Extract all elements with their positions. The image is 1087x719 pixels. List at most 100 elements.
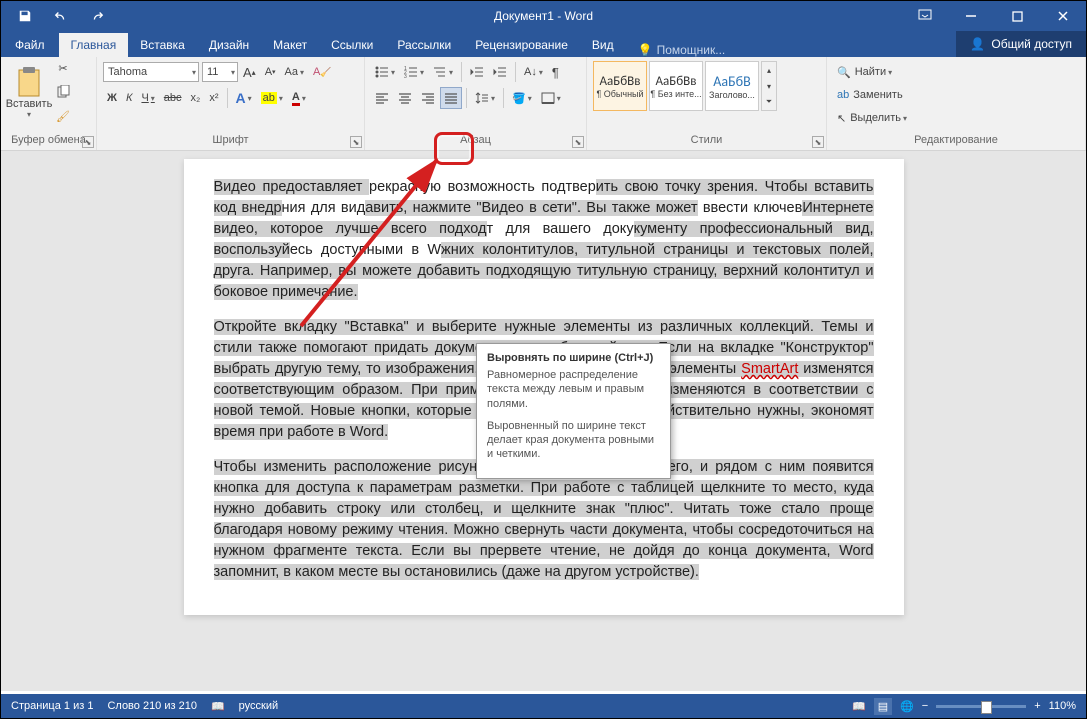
zoom-in-icon[interactable]: + <box>1034 700 1040 712</box>
styles-down-icon[interactable]: ▾ <box>762 78 776 94</box>
dialog-launcher-icon[interactable]: ⬊ <box>812 136 824 148</box>
brush-icon: 🖌 <box>56 110 70 123</box>
strikethrough-button[interactable]: abc <box>160 87 186 109</box>
tab-layout[interactable]: Макет <box>261 33 319 57</box>
share-icon: 👤 <box>970 31 985 57</box>
increase-indent-button[interactable] <box>489 61 511 83</box>
tab-review[interactable]: Рецензирование <box>463 33 580 57</box>
subscript-button[interactable]: x₂ <box>187 87 205 109</box>
redo-icon[interactable] <box>81 2 113 30</box>
view-read-icon[interactable]: 📖 <box>852 700 866 713</box>
status-language[interactable]: русский <box>239 700 278 712</box>
paste-button[interactable]: Вставить ▾ <box>7 66 51 119</box>
dialog-launcher-icon[interactable]: ⬊ <box>572 136 584 148</box>
bold-button[interactable]: Ж <box>103 87 121 109</box>
align-right-icon <box>421 92 435 104</box>
tab-insert[interactable]: Вставка <box>128 33 197 57</box>
bulb-icon: 💡 <box>638 43 653 57</box>
indent-icon <box>493 66 507 78</box>
find-button[interactable]: 🔍Найти <box>833 61 1079 83</box>
copy-icon <box>56 85 70 99</box>
status-page[interactable]: Страница 1 из 1 <box>11 700 93 712</box>
group-styles: АаБбВв¶ Обычный АаБбВв¶ Без инте... АаБб… <box>587 57 827 150</box>
save-icon[interactable] <box>9 2 41 30</box>
grow-font-button[interactable]: A▴ <box>239 61 260 83</box>
view-print-icon[interactable]: ▤ <box>874 698 892 715</box>
share-button[interactable]: 👤Общий доступ <box>956 31 1086 57</box>
zoom-level[interactable]: 110% <box>1049 700 1076 712</box>
tab-design[interactable]: Дизайн <box>197 33 261 57</box>
copy-button[interactable] <box>52 81 74 103</box>
line-spacing-button[interactable] <box>471 87 499 109</box>
clear-formatting-button[interactable]: A🧹 <box>309 61 336 83</box>
ribbon-tabs: Файл Главная Вставка Дизайн Макет Ссылки… <box>1 31 1086 57</box>
group-paragraph: 123 A↓ ¶ 🪣 Абзац ⬊ <box>365 57 587 150</box>
status-wordcount[interactable]: Слово 210 из 210 <box>107 700 197 712</box>
italic-button[interactable]: К <box>122 87 136 109</box>
dialog-launcher-icon[interactable]: ⬊ <box>350 136 362 148</box>
show-marks-button[interactable]: ¶ <box>548 61 563 83</box>
group-editing: 🔍Найти abЗаменить ↖Выделить Редактирован… <box>827 57 1086 150</box>
tab-mailings[interactable]: Рассылки <box>385 33 463 57</box>
document-canvas[interactable]: Видео предоставляет рекрасную возможност… <box>1 151 1086 691</box>
format-painter-button[interactable]: 🖌 <box>52 105 74 127</box>
tooltip-body: Выровненный по ширине текст делает края … <box>487 419 660 462</box>
sort-button[interactable]: A↓ <box>520 61 547 83</box>
align-center-button[interactable] <box>394 87 416 109</box>
window-title: Документ1 - Word <box>494 9 593 23</box>
replace-button[interactable]: abЗаменить <box>833 84 1079 106</box>
decrease-indent-button[interactable] <box>466 61 488 83</box>
select-button[interactable]: ↖Выделить <box>833 107 1079 129</box>
zoom-slider[interactable] <box>936 705 1026 708</box>
spellcheck-icon[interactable]: 📖 <box>211 700 225 713</box>
svg-text:3: 3 <box>404 74 407 78</box>
underline-button[interactable]: Ч <box>137 87 158 109</box>
justify-icon <box>444 92 458 104</box>
change-case-button[interactable]: Aa <box>281 61 308 83</box>
multilevel-button[interactable] <box>429 61 457 83</box>
styles-more-icon[interactable]: ⏷ <box>762 94 776 110</box>
font-color-button[interactable]: A <box>288 87 310 109</box>
cursor-icon: ↖ <box>837 112 846 125</box>
minimize-icon[interactable] <box>948 1 994 31</box>
style-normal[interactable]: АаБбВв¶ Обычный <box>593 61 647 111</box>
paste-icon <box>15 66 43 98</box>
zoom-out-icon[interactable]: − <box>922 700 928 712</box>
highlight-button[interactable]: ab <box>257 87 287 109</box>
view-web-icon[interactable]: 🌐 <box>900 700 914 713</box>
align-center-icon <box>398 92 412 104</box>
numbering-button[interactable]: 123 <box>400 61 428 83</box>
shading-button[interactable]: 🪣 <box>508 87 536 109</box>
border-icon <box>541 92 555 104</box>
font-size-combo[interactable]: 11▾ <box>202 62 238 82</box>
tab-home[interactable]: Главная <box>59 33 129 57</box>
ribbon-options-icon[interactable] <box>902 1 948 31</box>
style-no-spacing[interactable]: АаБбВв¶ Без инте... <box>649 61 703 111</box>
multilevel-icon <box>433 66 447 78</box>
tab-view[interactable]: Вид <box>580 33 626 57</box>
styles-up-icon[interactable]: ▴ <box>762 62 776 78</box>
style-heading1[interactable]: АаБбВЗаголово... <box>705 61 759 111</box>
maximize-icon[interactable] <box>994 1 1040 31</box>
align-left-button[interactable] <box>371 87 393 109</box>
group-label: Буфер обмена <box>7 134 90 148</box>
tab-references[interactable]: Ссылки <box>319 33 385 57</box>
justify-button[interactable] <box>440 87 462 109</box>
group-label: Редактирование <box>833 134 1079 148</box>
statusbar: Страница 1 из 1 Слово 210 из 210 📖 русск… <box>1 694 1086 718</box>
align-right-button[interactable] <box>417 87 439 109</box>
annotation-highlight <box>434 132 474 165</box>
close-icon[interactable] <box>1040 1 1086 31</box>
superscript-button[interactable]: x² <box>205 87 222 109</box>
font-name-combo[interactable]: Tahoma▾ <box>103 62 199 82</box>
text-effects-button[interactable]: A <box>232 87 256 109</box>
borders-button[interactable] <box>537 87 565 109</box>
tab-file[interactable]: Файл <box>1 33 59 57</box>
bullets-button[interactable] <box>371 61 399 83</box>
shrink-font-button[interactable]: A▾ <box>261 61 280 83</box>
cut-button[interactable]: ✂ <box>52 57 74 79</box>
dialog-launcher-icon[interactable]: ⬊ <box>82 136 94 148</box>
tell-me[interactable]: 💡Помощник... <box>638 43 726 57</box>
undo-icon[interactable] <box>45 2 77 30</box>
cut-icon: ✂ <box>58 62 67 75</box>
